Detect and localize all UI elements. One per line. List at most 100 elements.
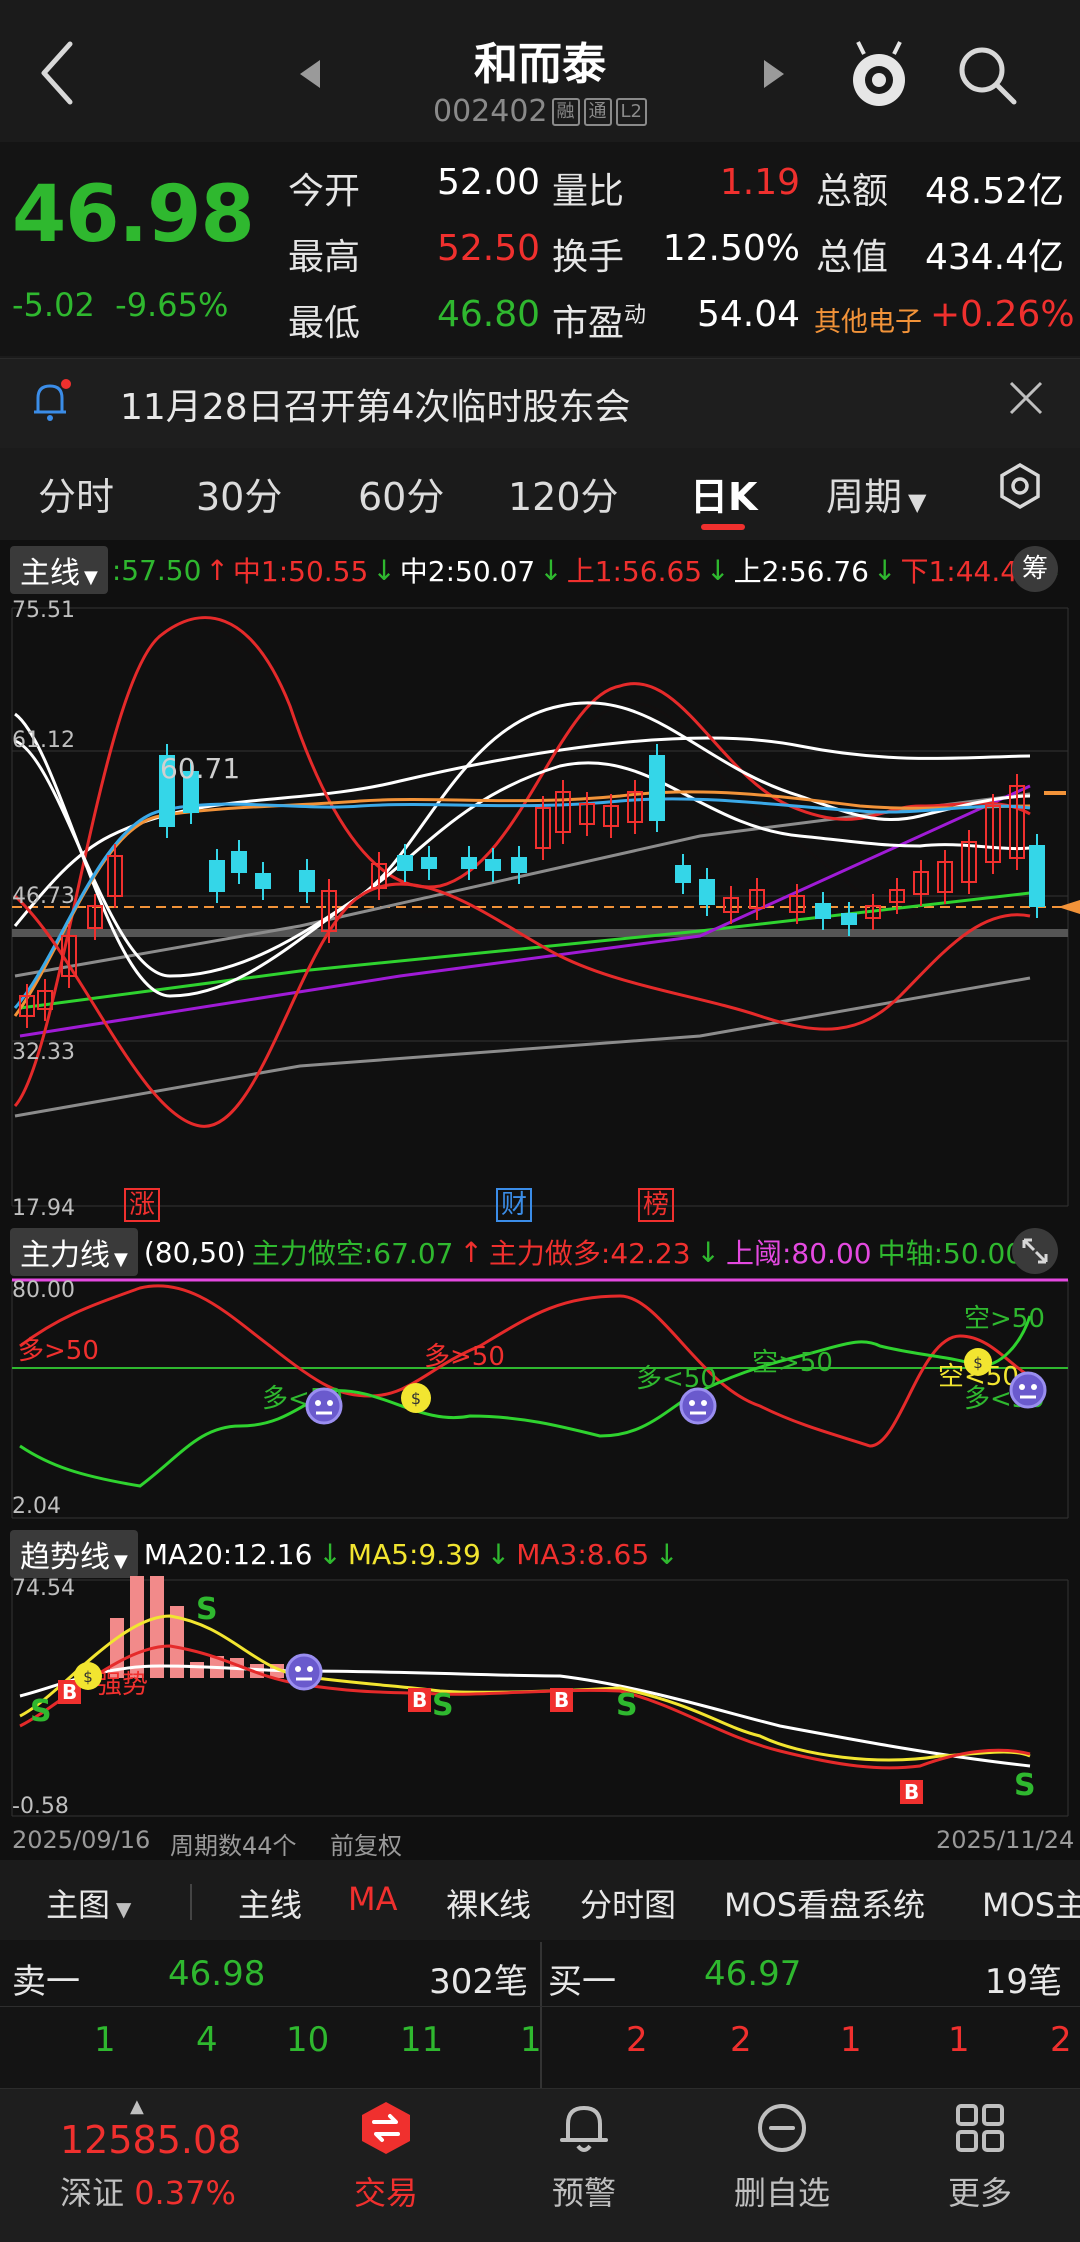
power-y-bottom: 2.04: [12, 1494, 61, 1519]
sell-mark: S: [616, 1688, 638, 1723]
mascot-icon[interactable]: [848, 38, 910, 112]
power-indicator-bar: 主力线 ▼ (80,50) 主力做空:67.07 ↑ 主力做多:42.23 ↓ 上阈:…: [10, 1228, 1023, 1276]
arrow-down-icon: ↓: [873, 553, 897, 587]
period-count: 周期数44个: [170, 1832, 297, 1860]
buy-queue-item: 2: [1050, 2020, 1072, 2060]
face-signal-icon: [305, 1387, 343, 1425]
next-stock-icon[interactable]: [760, 58, 788, 90]
caret-down-icon: ▼: [116, 1897, 132, 1921]
arrow-up-icon: ↑: [459, 1235, 483, 1269]
candle-body: [675, 865, 691, 883]
bell-icon[interactable]: [558, 2100, 610, 2156]
tag-level2: L2: [615, 98, 647, 126]
trend-ma20: MA20:12.16: [143, 1537, 313, 1571]
y-label-top: 75.51: [12, 598, 75, 623]
sell-queue-item: 11: [400, 2020, 444, 2060]
event-tag-ranking[interactable]: 榜: [638, 1188, 675, 1222]
pe-value: 54.04: [696, 294, 800, 335]
money-bag-icon: $: [964, 1348, 992, 1376]
svg-text:$: $: [83, 1668, 93, 1686]
hexagon-settings-icon[interactable]: [996, 462, 1044, 510]
candle-body: [421, 857, 437, 869]
last-price-marker: [1058, 900, 1080, 914]
trend-bar: [190, 1662, 204, 1678]
sell1-count: 302笔: [429, 1962, 528, 2002]
tab-period[interactable]: 周期 ▼: [826, 466, 926, 521]
sell-mark: S: [1014, 1768, 1036, 1803]
main-value: :57.50: [111, 553, 202, 587]
power-annotation-5: 空>50: [752, 1348, 833, 1378]
face-signal-icon: [679, 1387, 717, 1425]
tool-mos-main[interactable]: MOS主: [982, 1880, 1080, 1926]
high-label: 最高: [288, 237, 361, 278]
grid-more-icon[interactable]: [954, 2102, 1006, 2154]
caret-down-icon: ▼: [908, 488, 927, 516]
tab-daily-k[interactable]: 日K: [690, 466, 757, 521]
event-tag-limit-up[interactable]: 涨: [124, 1188, 161, 1222]
stock-code-row: 002402 融通 L2: [0, 94, 1080, 129]
low-label: 最低: [288, 303, 361, 344]
trend-indicator-dropdown[interactable]: 趋势线 ▼: [10, 1530, 138, 1578]
sell-queue-item: 10: [286, 2020, 330, 2060]
main-indicator-dropdown[interactable]: 主线 ▼: [10, 546, 108, 594]
y-label-4: 32.33: [12, 1040, 75, 1065]
index-value[interactable]: 12585.08: [60, 2118, 241, 2162]
power-short-line: [19, 1315, 1032, 1488]
tab-120min[interactable]: 120分: [508, 466, 619, 521]
sector-link[interactable]: 其他电子: [814, 300, 922, 339]
mid1-value: 中1:50.55: [232, 555, 369, 588]
index-summary[interactable]: 深证 0.37%: [60, 2168, 236, 2214]
high-value: 52.50: [436, 228, 540, 269]
candle-body: [841, 913, 857, 925]
power-indicator-dropdown[interactable]: 主力线 ▼: [10, 1228, 138, 1276]
nav-remove-watchlist[interactable]: 删自选: [712, 2168, 852, 2214]
chip-distribution-button[interactable]: 筹: [1012, 546, 1058, 592]
close-icon[interactable]: [1008, 380, 1044, 416]
prev-stock-icon[interactable]: [296, 58, 324, 90]
main-chart-dropdown[interactable]: 主图 ▼: [46, 1880, 131, 1926]
arrow-up-icon: ↑: [205, 553, 229, 587]
turnover-label: 换手: [552, 237, 625, 278]
buy-mark: B: [900, 1780, 924, 1804]
expand-up-icon[interactable]: ▲: [130, 2096, 144, 2117]
tab-intraday[interactable]: 分时: [38, 466, 114, 521]
power-chart[interactable]: [0, 1276, 1080, 1522]
market-cap-label: 总值: [816, 237, 889, 278]
search-icon[interactable]: [956, 44, 1018, 106]
tab-30min[interactable]: 30分: [196, 466, 282, 521]
long-ma-line-2: [19, 891, 1031, 1010]
tool-intraday-chart[interactable]: 分时图: [580, 1880, 676, 1926]
kline-chart[interactable]: [0, 596, 1080, 1226]
book-row-divider: [0, 2006, 1080, 2007]
tool-main-line[interactable]: 主线: [238, 1880, 302, 1926]
power-long-value: 主力做多:42.23: [488, 1237, 691, 1270]
sell-queue-item: 1: [94, 2020, 116, 2060]
nav-alert[interactable]: 预警: [514, 2168, 654, 2214]
mid2-value: 中2:50.07: [399, 555, 536, 588]
sell1-price: 46.98: [168, 1954, 266, 1994]
expand-icon[interactable]: [1012, 1228, 1058, 1274]
nav-trade[interactable]: 交易: [316, 2168, 456, 2214]
trend-indicator-bar: 趋势线 ▼ MA20:12.16 ↓ MA5:9.39 ↓ MA3:8.65 ↓: [10, 1530, 679, 1578]
tab-60min[interactable]: 60分: [358, 466, 444, 521]
volume-ratio-value: 1.19: [719, 162, 800, 203]
change-percent: -9.65%: [115, 286, 229, 324]
arrow-down-icon: ↓: [539, 553, 563, 587]
trade-icon[interactable]: [360, 2100, 412, 2156]
bottom-nav: [0, 2088, 1080, 2242]
tool-ma[interactable]: MA: [348, 1880, 398, 1918]
sell-queue-item: 1: [520, 2020, 542, 2060]
tool-bare-k[interactable]: 裸K线: [446, 1880, 531, 1926]
turnover-value: 12.50%: [662, 228, 800, 269]
pe-label: 市盈动: [552, 294, 646, 346]
start-date: 2025/09/16: [12, 1826, 151, 1854]
trend-ma5: MA5:9.39: [347, 1537, 481, 1571]
adjust-mode: 前复权: [330, 1832, 402, 1860]
stock-code: 002402: [432, 94, 548, 129]
tool-mos-system[interactable]: MOS看盘系统: [724, 1880, 925, 1926]
face-signal-icon: [285, 1653, 323, 1691]
remove-watchlist-icon[interactable]: [756, 2102, 808, 2154]
buy-mark: B: [408, 1688, 432, 1712]
nav-more[interactable]: 更多: [910, 2168, 1050, 2214]
event-tag-financial[interactable]: 财: [496, 1188, 533, 1222]
